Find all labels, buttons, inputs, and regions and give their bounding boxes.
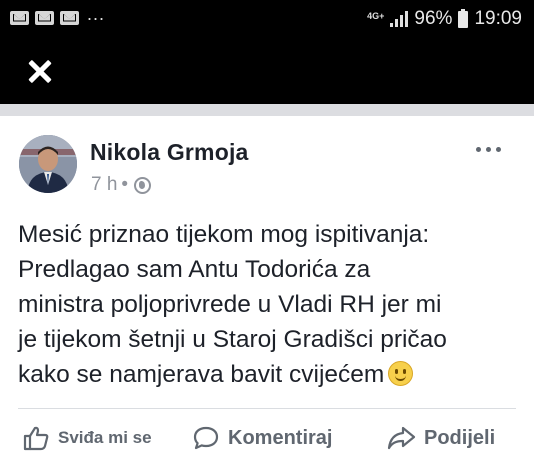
like-button[interactable]: Sviđa mi se: [22, 420, 152, 456]
mail-icon: [10, 10, 29, 25]
post-text-line: ministra poljoprivrede u Vladi RH jer mi: [18, 291, 442, 318]
post-text-line: Predlagao sam Antu Todorića za: [18, 256, 371, 283]
post-time[interactable]: 7 h: [91, 174, 117, 196]
comment-button[interactable]: Komentiraj: [192, 420, 332, 456]
comment-icon: [193, 426, 219, 450]
like-label: Sviđa mi se: [58, 428, 152, 447]
dot-icon: [476, 146, 481, 152]
meta-separator: •: [121, 174, 129, 195]
divider-band: [0, 104, 534, 116]
network-type: 4G+: [367, 10, 385, 21]
dot-icon: [486, 146, 491, 152]
status-bar: ... 4G+ 96% 19:09: [0, 0, 534, 38]
dot-icon: [496, 146, 501, 152]
battery-percent: 96%: [414, 8, 453, 29]
viewer-top-bar: [0, 38, 534, 104]
post-text: Mesić priznao tijekom mog ispitivanja: P…: [18, 217, 524, 392]
share-label: Podijeli: [424, 426, 496, 449]
post-text-line: Mesić priznao tijekom mog ispitivanja:: [18, 221, 430, 248]
post-text-line: kako se namjerava bavit cvijećem: [18, 361, 385, 388]
globe-icon: [134, 176, 152, 194]
more-options-button[interactable]: [476, 142, 510, 156]
notification-icons: ...: [10, 4, 105, 25]
share-icon: [387, 426, 416, 450]
signal-icon: [390, 11, 409, 27]
clock: 19:09: [474, 8, 522, 29]
post-text-line-last: kako se namjerava bavit cvijećem: [18, 357, 524, 392]
thumbs-up-icon: [23, 426, 49, 451]
close-icon[interactable]: [22, 54, 58, 90]
more-notifications: ...: [87, 4, 106, 24]
smiley-icon: [388, 361, 414, 386]
comment-label: Komentiraj: [228, 426, 333, 449]
mail-icon: [35, 10, 54, 25]
avatar[interactable]: [19, 135, 77, 193]
post: Nikola Grmoja 7 h • Mesić priznao tijeko…: [0, 116, 534, 462]
avatar-image: [19, 135, 77, 193]
status-indicators: 4G+ 96% 19:09: [367, 8, 522, 30]
action-divider: [18, 408, 516, 409]
post-text-line: je tijekom šetnji u Staroj Gradišci prič…: [18, 326, 447, 353]
post-meta: 7 h •: [91, 174, 152, 196]
action-bar: Sviđa mi se Komentiraj Podijeli: [0, 420, 534, 456]
share-button[interactable]: Podijeli: [386, 420, 495, 456]
mail-icon: [60, 10, 79, 25]
battery-icon: [458, 8, 469, 28]
author-name[interactable]: Nikola Grmoja: [90, 139, 249, 166]
